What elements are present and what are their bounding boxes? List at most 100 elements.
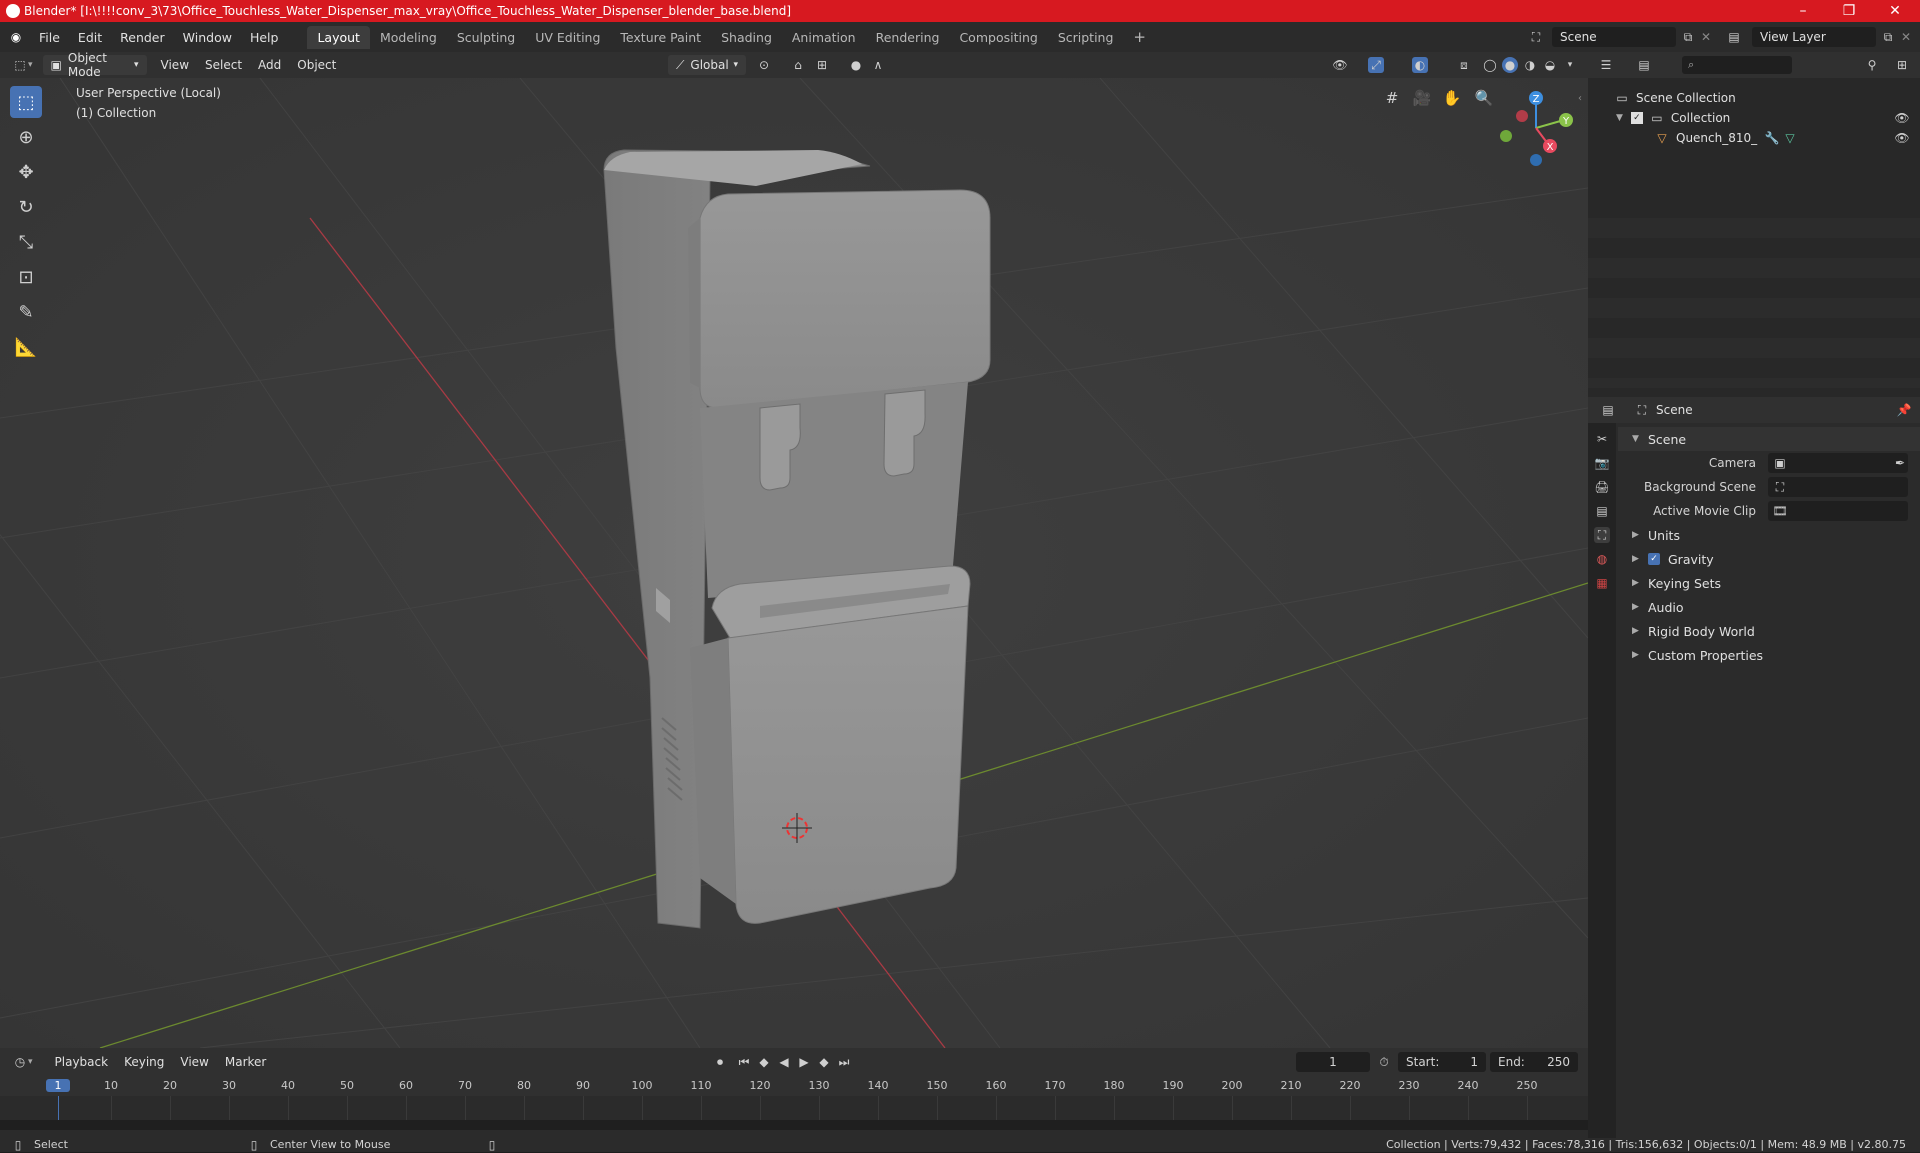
panel-audio[interactable]: ▶ Audio [1618, 595, 1920, 619]
snap-target-icon[interactable]: ⊞ [814, 57, 830, 73]
camera-view-icon[interactable]: 🎥 [1413, 89, 1432, 107]
tab-layout[interactable]: Layout [307, 25, 370, 49]
tree-scene-collection[interactable]: ▭ Scene Collection [1588, 88, 1920, 108]
next-keyframe-icon[interactable]: ◆ [816, 1054, 832, 1070]
new-collection-icon[interactable]: ⊞ [1894, 57, 1910, 73]
maximize-button[interactable]: ❐ [1826, 0, 1872, 22]
mesh-data-icon[interactable]: ▽ [1782, 130, 1798, 146]
panel-units[interactable]: ▶ Units [1618, 523, 1920, 547]
gizmo-neg-y-icon[interactable] [1500, 130, 1512, 142]
gizmo-neg-z-icon[interactable] [1530, 154, 1542, 166]
scene-icon[interactable]: ⛶ [1528, 29, 1544, 45]
tab-sculpting[interactable]: Sculpting [447, 26, 525, 49]
properties-editor-icon[interactable]: ▤ [1600, 402, 1616, 418]
xray-icon[interactable]: ⧈ [1456, 57, 1472, 73]
tab-texture-paint[interactable]: Texture Paint [610, 26, 711, 49]
eye-icon[interactable]: 👁 [1894, 130, 1910, 146]
camera-field[interactable]: ▣ ✒ [1768, 453, 1908, 473]
record-icon[interactable]: ⏺ [712, 1054, 728, 1070]
current-frame-field[interactable]: 1 [1296, 1052, 1370, 1072]
timeline-area[interactable]: 1 10 20 30 40 50 60 70 80 90 100 110 120 130 140 150 160… [0, 1076, 1588, 1138]
material-shading-icon[interactable]: ◑ [1522, 57, 1538, 73]
menu-playback[interactable]: Playback [47, 1052, 117, 1072]
pivot-icon[interactable]: ⊙ [756, 57, 772, 73]
panel-scene[interactable]: ▼ Scene [1618, 427, 1920, 451]
shading-options-icon[interactable]: ▾ [1562, 57, 1578, 73]
collapse-icon[interactable]: ▼ [1616, 113, 1623, 123]
world-props-tab-icon[interactable]: ◍ [1594, 551, 1610, 567]
stopwatch-icon[interactable]: ⏱ [1376, 1054, 1392, 1070]
select-box-tool-icon[interactable]: ⬚ [10, 86, 42, 118]
texture-props-tab-icon[interactable]: ▦ [1594, 575, 1610, 591]
background-scene-field[interactable]: ⛶ [1768, 477, 1908, 497]
play-reverse-icon[interactable]: ◀ [776, 1054, 792, 1070]
outliner-search-input[interactable]: ⌕ [1682, 56, 1792, 74]
delete-scene-icon[interactable]: ✕ [1698, 29, 1714, 45]
rendered-shading-icon[interactable]: ◒ [1542, 57, 1558, 73]
overlay-toggle-icon[interactable]: ◐ [1412, 57, 1428, 73]
view-layer-icon[interactable]: ▤ [1726, 29, 1742, 45]
menu-window[interactable]: Window [174, 30, 241, 45]
water-dispenser-model[interactable] [0, 78, 1588, 1048]
start-frame-field[interactable]: Start: 1 [1398, 1052, 1486, 1072]
tab-rendering[interactable]: Rendering [866, 26, 950, 49]
menu-object[interactable]: Object [289, 55, 344, 75]
menu-view[interactable]: View [153, 55, 197, 75]
view-layer-props-tab-icon[interactable]: ▤ [1594, 503, 1610, 519]
render-props-tab-icon[interactable]: 📷 [1594, 455, 1610, 471]
checkbox-icon[interactable]: ✓ [1630, 112, 1643, 124]
editor-type-icon[interactable]: ⬚ [12, 57, 28, 73]
solid-shading-icon[interactable]: ● [1502, 57, 1518, 73]
snap-icon[interactable]: ⌂ [790, 57, 806, 73]
menu-help[interactable]: Help [241, 30, 288, 45]
mode-dropdown[interactable]: ▣ Object Mode ▾ [42, 51, 147, 79]
menu-edit[interactable]: Edit [69, 30, 111, 45]
3d-viewport[interactable]: User Perspective (Local) (1) Collection … [0, 78, 1588, 1048]
delete-view-layer-icon[interactable]: ✕ [1898, 29, 1914, 45]
display-mode-icon[interactable]: ▤ [1636, 57, 1652, 73]
timeline-scrollbar[interactable] [0, 1120, 1588, 1130]
tree-collection[interactable]: ▼ ✓ ▭ Collection 👁 [1588, 108, 1920, 128]
minimize-button[interactable]: – [1780, 0, 1826, 22]
visibility-icon[interactable]: 👁 [1332, 57, 1348, 73]
jump-end-icon[interactable]: ⏭ [836, 1054, 852, 1070]
panel-keying-sets[interactable]: ▶ Keying Sets [1618, 571, 1920, 595]
menu-select[interactable]: Select [197, 55, 250, 75]
tab-modeling[interactable]: Modeling [370, 26, 447, 49]
timeline-editor-icon[interactable]: ◷ [12, 1054, 28, 1070]
end-frame-field[interactable]: End: 250 [1490, 1052, 1578, 1072]
menu-marker[interactable]: Marker [217, 1052, 274, 1072]
menu-add[interactable]: Add [250, 55, 289, 75]
panel-rigid-body[interactable]: ▶ Rigid Body World [1618, 619, 1920, 643]
tool-props-tab-icon[interactable]: ✂ [1594, 431, 1610, 447]
wireframe-shading-icon[interactable]: ◯ [1482, 57, 1498, 73]
scale-tool-icon[interactable]: ⤡ [10, 226, 42, 258]
tab-compositing[interactable]: Compositing [949, 26, 1047, 49]
tab-scripting[interactable]: Scripting [1048, 26, 1124, 49]
rotate-tool-icon[interactable]: ↻ [10, 191, 42, 223]
pin-icon[interactable]: 📌 [1896, 402, 1912, 418]
gravity-checkbox-icon[interactable]: ✓ [1648, 553, 1660, 565]
move-tool-icon[interactable]: ✥ [10, 156, 42, 188]
proportional-edit-icon[interactable]: ● [848, 57, 864, 73]
prev-keyframe-icon[interactable]: ◆ [756, 1054, 772, 1070]
filter-icon[interactable]: ⚲ [1864, 57, 1880, 73]
new-view-layer-icon[interactable]: ⧉ [1880, 29, 1896, 45]
add-workspace-button[interactable]: + [1123, 24, 1156, 50]
menu-file[interactable]: File [30, 30, 69, 45]
eyedropper-icon[interactable]: ✒ [1892, 455, 1908, 471]
panel-gravity[interactable]: ▶ ✓ Gravity [1618, 547, 1920, 571]
scene-props-tab-icon[interactable]: ⛶ [1594, 527, 1610, 543]
menu-timeline-view[interactable]: View [172, 1052, 216, 1072]
navigation-gizmo[interactable]: Z Y X [1492, 84, 1582, 174]
panel-custom-props[interactable]: ▶ Custom Properties [1618, 643, 1920, 667]
tab-animation[interactable]: Animation [782, 26, 866, 49]
new-scene-icon[interactable]: ⧉ [1680, 29, 1696, 45]
blender-menu-icon[interactable]: ◉ [8, 29, 24, 45]
menu-render[interactable]: Render [111, 30, 174, 45]
falloff-icon[interactable]: ∧ [870, 57, 886, 73]
orientation-dropdown[interactable]: ⟋ Global ▾ [668, 55, 746, 75]
scene-selector[interactable]: Scene [1552, 27, 1676, 47]
tab-shading[interactable]: Shading [711, 26, 782, 49]
modifier-wrench-icon[interactable]: 🔧 [1764, 130, 1780, 146]
